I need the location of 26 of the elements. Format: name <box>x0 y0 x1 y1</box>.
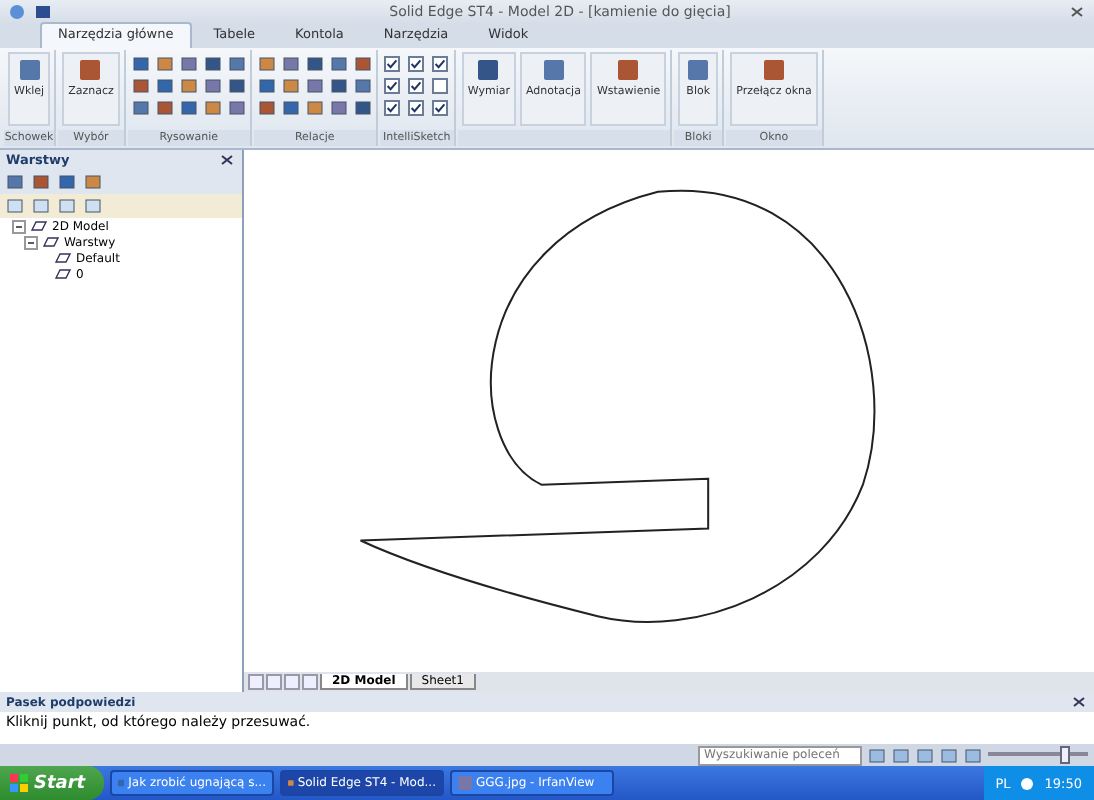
close-icon[interactable] <box>218 152 236 168</box>
close-icon[interactable] <box>1070 694 1088 710</box>
windows-flag-icon <box>10 774 28 792</box>
collapse-icon[interactable] <box>24 235 38 249</box>
checkbox[interactable] <box>383 56 400 72</box>
tool-icon <box>474 56 503 84</box>
collapse-icon[interactable] <box>12 219 26 233</box>
tool-icon <box>759 56 788 84</box>
checkbox[interactable] <box>383 100 400 116</box>
checkbox[interactable] <box>407 78 424 94</box>
tool-icon <box>539 56 568 84</box>
checkbox[interactable] <box>431 100 448 116</box>
slider-thumb[interactable] <box>1060 746 1070 764</box>
tool-icon <box>15 56 44 84</box>
tool-icon <box>76 56 105 84</box>
start-button[interactable]: Start <box>0 766 104 800</box>
tool-icon <box>614 56 643 84</box>
checkbox[interactable] <box>431 56 448 72</box>
checkbox[interactable] <box>407 56 424 72</box>
close-icon[interactable] <box>1068 4 1086 20</box>
checkbox[interactable] <box>407 100 424 116</box>
tray-icon[interactable] <box>1018 775 1037 791</box>
tool-icon <box>684 56 713 84</box>
checkbox[interactable] <box>431 78 448 94</box>
checkbox[interactable] <box>383 78 400 94</box>
app-logo-icon[interactable] <box>8 4 26 20</box>
